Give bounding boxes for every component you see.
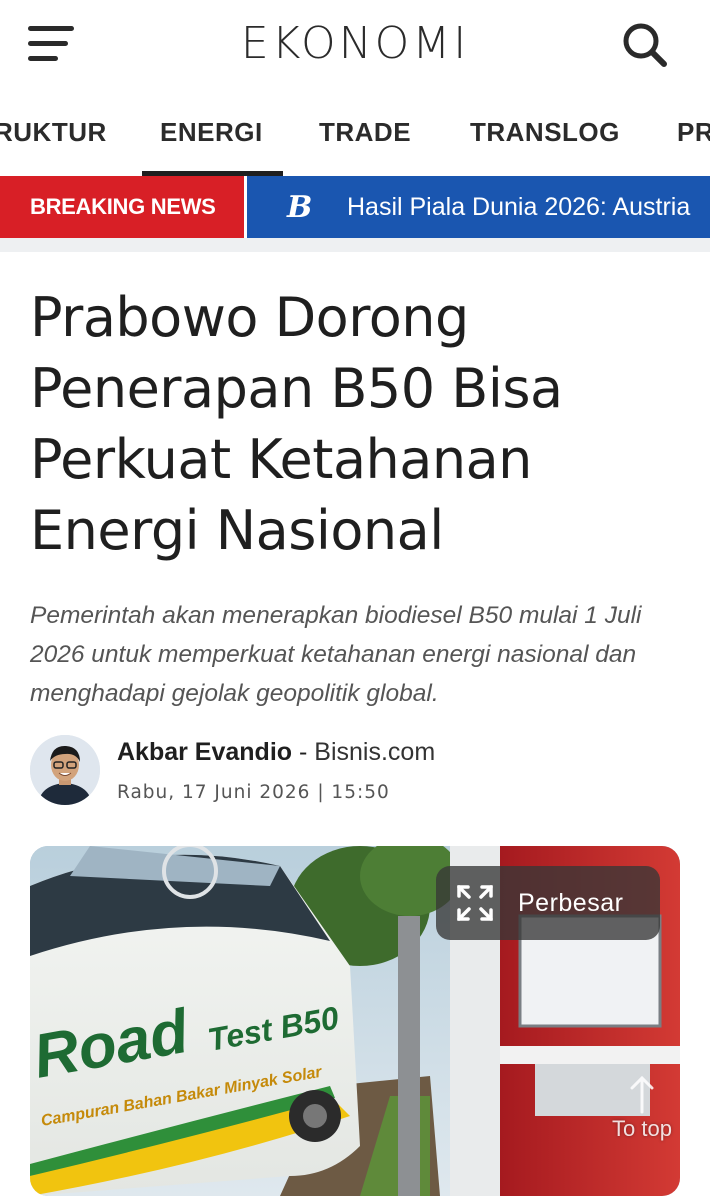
to-top-label: To top bbox=[612, 1116, 672, 1141]
expand-icon bbox=[457, 885, 493, 921]
breaking-news-headline[interactable]: Hasil Piala Dunia 2026: Austria bbox=[347, 176, 690, 238]
breaking-news-ticker[interactable]: B Hasil Piala Dunia 2026: Austria bbox=[247, 176, 710, 238]
top-header: EKONOMI bbox=[0, 0, 710, 92]
enlarge-image-button[interactable]: Perbesar bbox=[436, 866, 660, 940]
author-avatar[interactable] bbox=[30, 735, 100, 805]
breaking-news-label: BREAKING NEWS bbox=[0, 176, 244, 238]
search-icon[interactable] bbox=[618, 18, 672, 72]
author-name[interactable]: Akbar Evandio bbox=[117, 738, 292, 766]
section-divider bbox=[0, 238, 710, 252]
article-title: Prabowo Dorong Penerapan B50 Bisa Perkua… bbox=[30, 286, 563, 562]
bisnis-logo-icon: B bbox=[287, 190, 313, 225]
tab-trade[interactable]: TRADE bbox=[319, 92, 411, 176]
article-summary: Pemerintah akan menerapkan biodiesel B50… bbox=[30, 602, 642, 707]
author-separator: - bbox=[292, 738, 315, 766]
article-source: Bisnis.com bbox=[314, 738, 436, 766]
tab-translog[interactable]: TRANSLOG bbox=[470, 92, 620, 176]
tab-energi[interactable]: ENERGI bbox=[142, 92, 283, 176]
arrow-up-icon bbox=[630, 1075, 654, 1114]
category-nav: RUKTUR ENERGI TRADE TRANSLOG PR bbox=[0, 92, 710, 176]
tab-more[interactable]: PR bbox=[677, 92, 710, 176]
to-top-button[interactable]: To top bbox=[602, 1072, 682, 1152]
breaking-news-bar: BREAKING NEWS B Hasil Piala Dunia 2026: … bbox=[0, 176, 710, 238]
author-line: Akbar Evandio - Bisnis.com bbox=[117, 738, 435, 767]
publish-date: Rabu, 17 Juni 2026 | 15:50 bbox=[117, 782, 390, 803]
hamburger-menu-icon[interactable] bbox=[28, 24, 76, 64]
enlarge-label: Perbesar bbox=[518, 889, 624, 917]
tab-infrastruktur[interactable]: RUKTUR bbox=[0, 92, 107, 176]
site-brand[interactable]: EKONOMI bbox=[0, 18, 710, 69]
